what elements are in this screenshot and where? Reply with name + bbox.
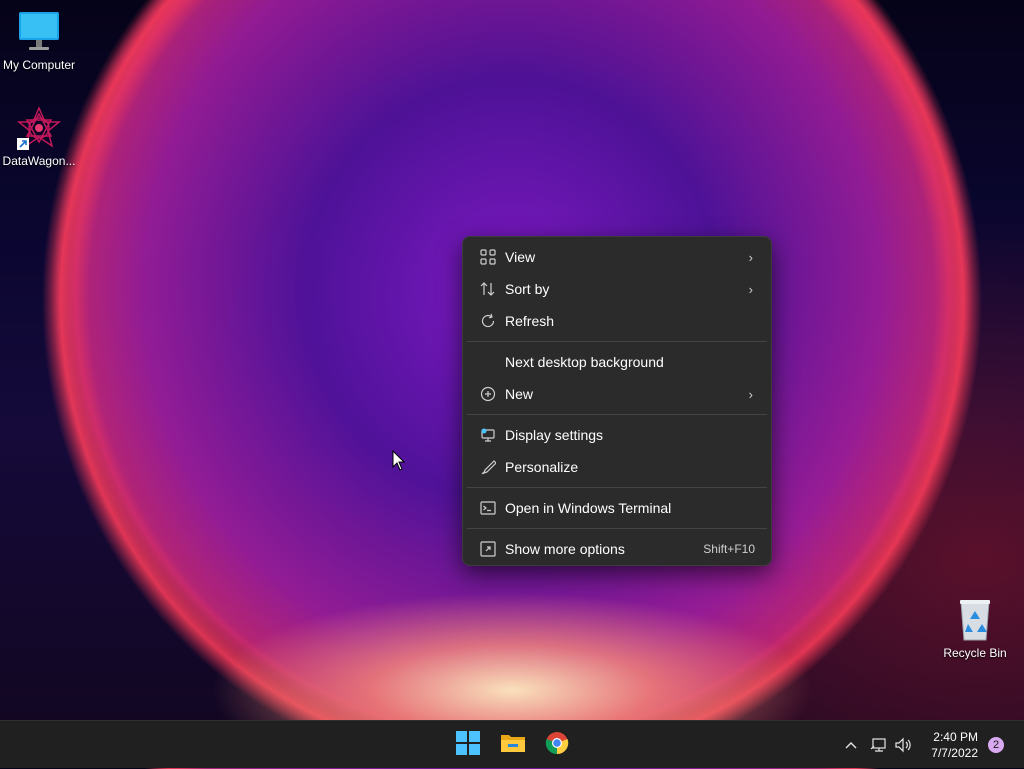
volume-icon[interactable]: [892, 721, 914, 769]
display-settings-icon: [479, 426, 497, 444]
menu-item-display-settings[interactable]: Display settings: [467, 420, 767, 450]
menu-separator: [467, 528, 767, 529]
brush-icon: [479, 458, 497, 476]
menu-item-sort-by[interactable]: Sort by ›: [467, 274, 767, 304]
clock-date: 7/7/2022: [931, 746, 978, 760]
refresh-icon: [479, 312, 497, 330]
desktop-icon-label: DataWagon...: [2, 154, 76, 168]
terminal-icon: [479, 499, 497, 517]
menu-item-label: Next desktop background: [505, 354, 664, 370]
system-clock[interactable]: 2:40 PM 7/7/2022: [931, 729, 978, 761]
menu-item-next-desktop-background[interactable]: Next desktop background: [467, 347, 767, 377]
sort-icon: [479, 280, 497, 298]
plus-circle-icon: [479, 385, 497, 403]
chevron-right-icon: ›: [748, 281, 753, 297]
windows-logo-icon: [456, 730, 480, 760]
desktop-icon-label: Recycle Bin: [943, 646, 1007, 660]
folder-icon: [500, 732, 526, 759]
chrome-button[interactable]: [541, 729, 573, 761]
datawagon-shortcut-icon: [16, 106, 62, 150]
menu-item-open-in-terminal[interactable]: Open in Windows Terminal: [467, 493, 767, 523]
mouse-cursor-icon: [392, 449, 406, 477]
menu-item-personalize[interactable]: Personalize: [467, 452, 767, 482]
monitor-icon: [17, 10, 61, 54]
file-explorer-button[interactable]: [497, 729, 529, 761]
menu-item-label: Display settings: [505, 427, 604, 443]
menu-item-label: Sort by: [505, 281, 550, 297]
show-hidden-icons-button[interactable]: [840, 721, 862, 769]
menu-item-label: Open in Windows Terminal: [505, 500, 672, 516]
clock-time: 2:40 PM: [933, 730, 978, 744]
desktop-icon-my-computer[interactable]: My Computer: [0, 10, 78, 72]
menu-separator: [467, 341, 767, 342]
start-button[interactable]: [452, 729, 484, 761]
chevron-up-icon: [845, 736, 857, 754]
menu-item-label: Personalize: [505, 459, 579, 475]
desktop-icon-label: My Computer: [2, 58, 76, 72]
chevron-right-icon: ›: [748, 249, 753, 265]
menu-separator: [467, 414, 767, 415]
chevron-right-icon: ›: [748, 386, 753, 402]
menu-item-show-more-options[interactable]: Show more options Shift+F10: [467, 534, 767, 564]
menu-separator: [467, 487, 767, 488]
menu-item-label: Refresh: [505, 313, 555, 329]
menu-item-view[interactable]: View ›: [467, 242, 767, 272]
menu-item-label: View: [505, 249, 536, 265]
desktop-icon-recycle-bin[interactable]: Recycle Bin: [936, 598, 1014, 660]
menu-item-refresh[interactable]: Refresh: [467, 306, 767, 336]
network-icon[interactable]: [868, 721, 890, 769]
chrome-icon: [545, 731, 569, 760]
menu-item-shortcut: Shift+F10: [703, 542, 755, 556]
menu-item-label: Show more options: [505, 541, 625, 557]
desktop-icon-datawagon[interactable]: DataWagon...: [0, 106, 78, 168]
grid-icon: [479, 248, 497, 266]
menu-item-new[interactable]: New ›: [467, 379, 767, 409]
menu-item-label: New: [505, 386, 534, 402]
taskbar: 2:40 PM 7/7/2022 2: [0, 720, 1024, 768]
recycle-bin-icon: [953, 598, 997, 642]
desktop-context-menu: View › Sort by › Refresh Next desktop ba…: [462, 236, 772, 566]
expand-icon: [479, 540, 497, 558]
notification-badge[interactable]: 2: [988, 737, 1004, 753]
